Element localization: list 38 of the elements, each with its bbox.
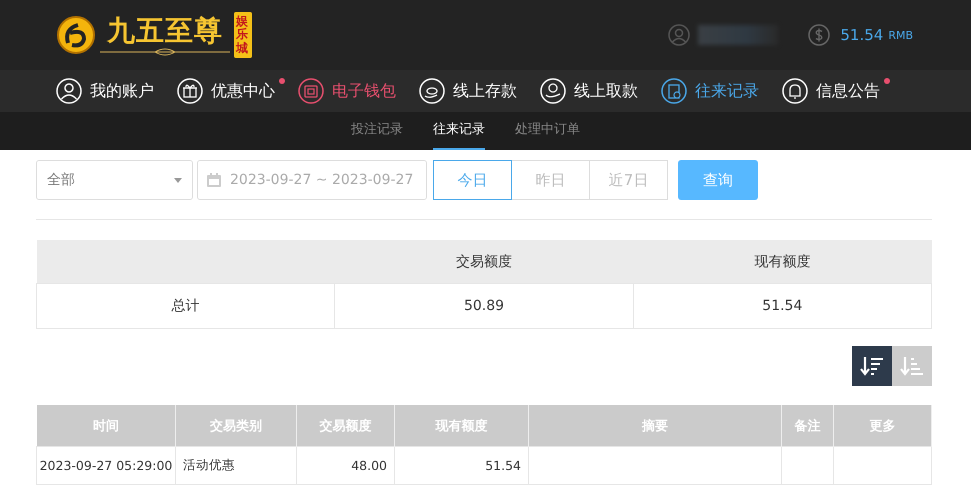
type-dropdown[interactable]: 全部 [36, 160, 193, 200]
tab[interactable]: 往来记录 [433, 112, 485, 150]
calendar-icon [206, 172, 222, 188]
nav-item[interactable]: 信息公告 [782, 78, 880, 104]
date-range-button[interactable]: 今日 [433, 160, 512, 200]
logo-icon [56, 15, 96, 55]
table-cell: 活动优惠 [176, 446, 296, 484]
logo-badge: 娱乐城 [234, 12, 252, 58]
coin-hand-icon [419, 78, 445, 104]
table-cell: 总计 [36, 284, 335, 328]
table-cell: 48.00 [296, 446, 394, 484]
nav-item[interactable]: 优惠中心 [177, 78, 275, 104]
balance-amount: 51.54 [840, 26, 884, 44]
nav-item[interactable]: 往来记录 [661, 78, 759, 104]
header-cell: 交易额度 [334, 240, 634, 284]
table-cell: 51.54 [394, 446, 528, 484]
user-icon [56, 78, 82, 104]
gift-icon [177, 78, 203, 104]
header-cell: 现有额度 [633, 240, 932, 284]
logo-text: 九五至尊 [107, 14, 223, 48]
table-cell: 50.89 [334, 284, 634, 328]
caret-icon [174, 178, 182, 182]
nav-item[interactable]: 线上取款 [540, 78, 638, 104]
table-cell: 2023-09-27 05:29:00 [36, 446, 176, 484]
bell-icon [782, 78, 808, 104]
table-cell: 51.54 [633, 284, 932, 328]
sort-button[interactable] [852, 346, 892, 386]
tab[interactable]: 处理中订单 [515, 112, 580, 150]
clipboard-icon [661, 78, 687, 104]
user-icon [668, 24, 690, 46]
wallet-icon [298, 78, 324, 104]
table-cell [782, 446, 834, 484]
dollar-icon [808, 24, 830, 46]
nav-item[interactable]: 我的账户 [56, 78, 154, 104]
nav-item[interactable]: 线上存款 [419, 78, 517, 104]
currency-label: RMB [888, 28, 913, 42]
tab[interactable]: 投注记录 [351, 112, 403, 150]
nav-item[interactable]: 电子钱包 [298, 78, 396, 104]
